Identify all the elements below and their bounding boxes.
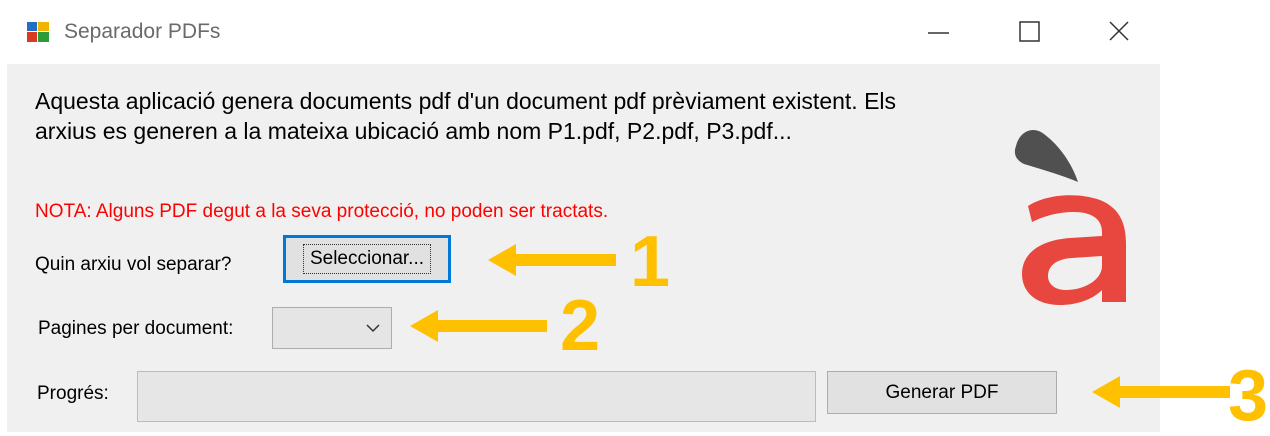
title-bar: Separador PDFs (0, 0, 1160, 64)
logo-a-grave (1014, 130, 1126, 305)
generate-pdf-button-label: Generar PDF (885, 381, 999, 403)
maximize-icon (1019, 21, 1040, 42)
app-icon (27, 22, 49, 42)
description-text: Aquesta aplicació genera documents pdf d… (35, 88, 897, 144)
logo-letter-a (1022, 195, 1126, 305)
annotation-number-1: 1 (630, 222, 671, 302)
chevron-down-icon (366, 324, 380, 333)
nota-text: NOTA: Alguns PDF degut a la seva protecc… (35, 201, 609, 222)
pages-label: Pagines per document: (38, 318, 234, 339)
select-file-button-label: Seleccionar... (302, 244, 432, 274)
logo-grave-accent (1014, 130, 1078, 182)
select-file-button[interactable]: Seleccionar... (283, 235, 451, 283)
close-icon (1109, 21, 1129, 41)
minimize-icon (928, 32, 949, 34)
maximize-button[interactable] (1008, 14, 1054, 50)
close-button[interactable] (1098, 14, 1144, 50)
annotation-arrow-1 (488, 244, 616, 276)
progress-label: Progrés: (37, 383, 109, 404)
annotation-number-2: 2 (560, 286, 601, 366)
minimize-button[interactable] (918, 14, 964, 50)
annotation-arrow-2 (410, 310, 547, 342)
file-label: Quin arxiu vol separar? (35, 254, 232, 275)
pages-per-document-select[interactable] (272, 307, 392, 349)
window-title: Separador PDFs (64, 20, 221, 43)
annotation-number-3: 3 (1228, 356, 1269, 436)
generate-pdf-button[interactable]: Generar PDF (827, 371, 1057, 414)
annotation-arrow-3 (1092, 376, 1230, 408)
progress-bar (137, 371, 816, 422)
